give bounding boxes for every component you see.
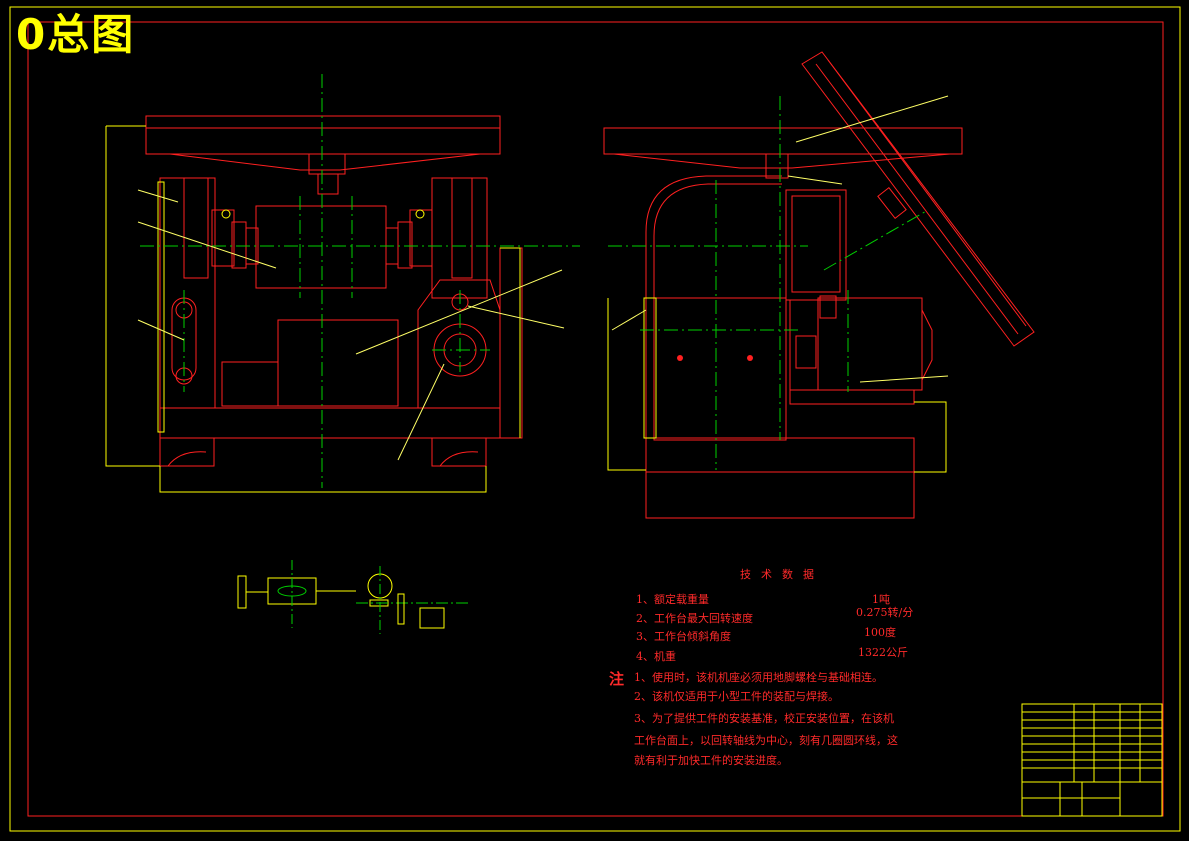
tech-item-value: 1322公斤 xyxy=(858,646,908,659)
tech-data-heading: 技术数据 xyxy=(740,568,824,581)
side-view-marks xyxy=(677,335,817,369)
front-view-outline xyxy=(105,125,521,493)
tech-item-label: 4、机重 xyxy=(636,650,676,663)
kinematic-schematic xyxy=(237,560,470,634)
front-view xyxy=(145,115,523,467)
title-block xyxy=(1021,703,1163,817)
tech-item-value: 1吨 xyxy=(872,593,890,606)
side-view xyxy=(603,51,1035,519)
note-line: 3、为了提供工件的安装基准，校正安装位置，在该机 xyxy=(634,712,894,725)
tech-item-value: 0.275转/分 xyxy=(856,606,914,619)
drawing-sheet xyxy=(9,6,1181,832)
note-line: 工作台面上，以回转轴线为中心，刻有几圈圆环线，这 xyxy=(634,734,898,747)
front-view-center-lines xyxy=(140,74,580,488)
inner-frame xyxy=(27,21,1164,817)
tech-item-label: 2、工作台最大回转速度 xyxy=(636,612,753,625)
side-view-outline xyxy=(607,297,947,473)
note-line: 1、使用时，该机机座必须用地脚螺栓与基础相连。 xyxy=(634,671,883,684)
tech-item-label: 1、额定载重量 xyxy=(636,593,709,606)
sheet-title: 0总图 xyxy=(16,10,136,59)
notes-marker: 注 xyxy=(609,670,625,688)
note-line: 就有利于加快工件的安装进度。 xyxy=(634,754,788,767)
tech-item-label: 3、工作台倾斜角度 xyxy=(636,630,731,643)
outer-frame xyxy=(9,6,1181,832)
note-line: 2、该机仅适用于小型工件的装配与焊接。 xyxy=(634,690,839,703)
tech-item-value: 100度 xyxy=(864,626,896,639)
